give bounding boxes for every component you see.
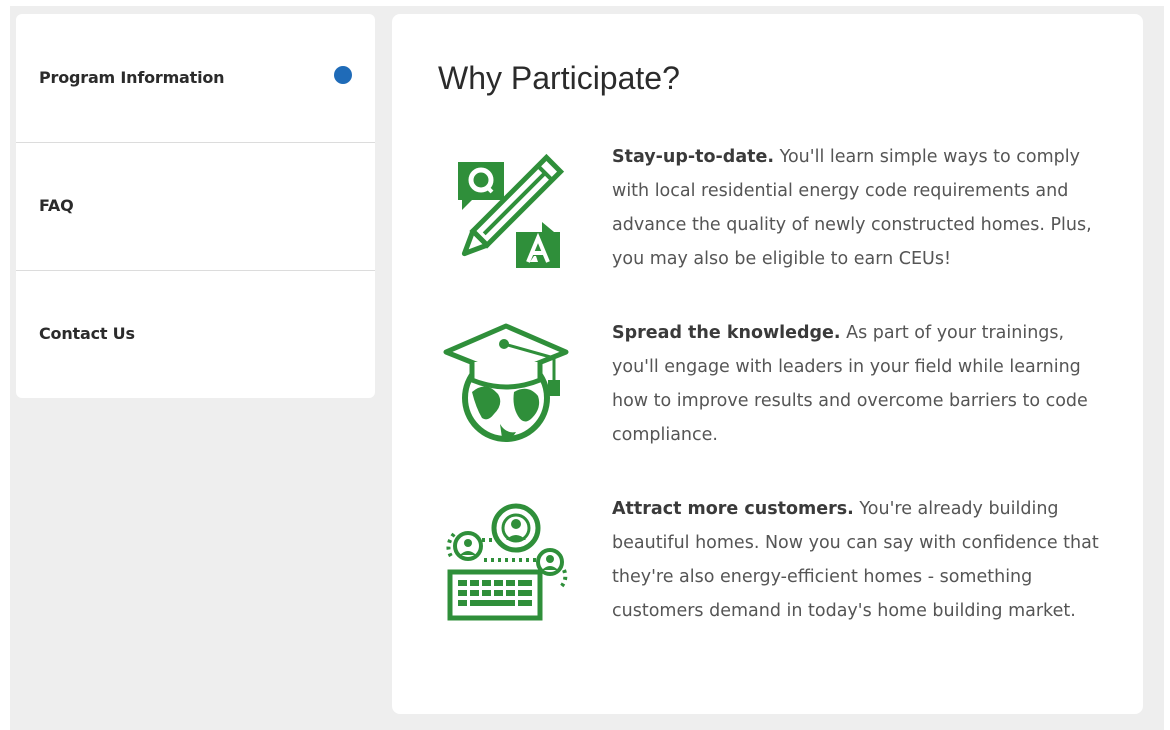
sidebar-item-contact-us[interactable]: Contact Us xyxy=(16,270,375,398)
customers-keyboard-icon xyxy=(442,500,572,628)
main-content-card: Why Participate? Stay-up-to-date. You'll… xyxy=(392,14,1143,714)
sidebar-item-label: FAQ xyxy=(39,196,74,215)
benefit-heading: Stay-up-to-date. xyxy=(612,147,775,167)
graduation-globe-icon xyxy=(442,322,572,456)
benefit-text: Attract more customers. You're already b… xyxy=(612,492,1112,628)
benefit-text: Stay-up-to-date. You'll learn simple way… xyxy=(612,140,1112,276)
active-indicator-dot xyxy=(334,66,352,84)
sidebar-item-label: Contact Us xyxy=(39,324,135,343)
benefit-heading: Attract more customers. xyxy=(612,499,854,519)
benefit-text: Spread the knowledge. As part of your tr… xyxy=(612,316,1112,452)
page-title: Why Participate? xyxy=(438,60,680,96)
qa-pencil-icon xyxy=(442,148,572,272)
sidebar-item-program-information[interactable]: Program Information xyxy=(16,14,375,143)
sidebar-item-label: Program Information xyxy=(39,68,225,87)
sidebar-nav: Program Information FAQ Contact Us xyxy=(16,14,375,398)
sidebar-item-faq[interactable]: FAQ xyxy=(16,142,375,271)
benefit-heading: Spread the knowledge. xyxy=(612,323,841,343)
